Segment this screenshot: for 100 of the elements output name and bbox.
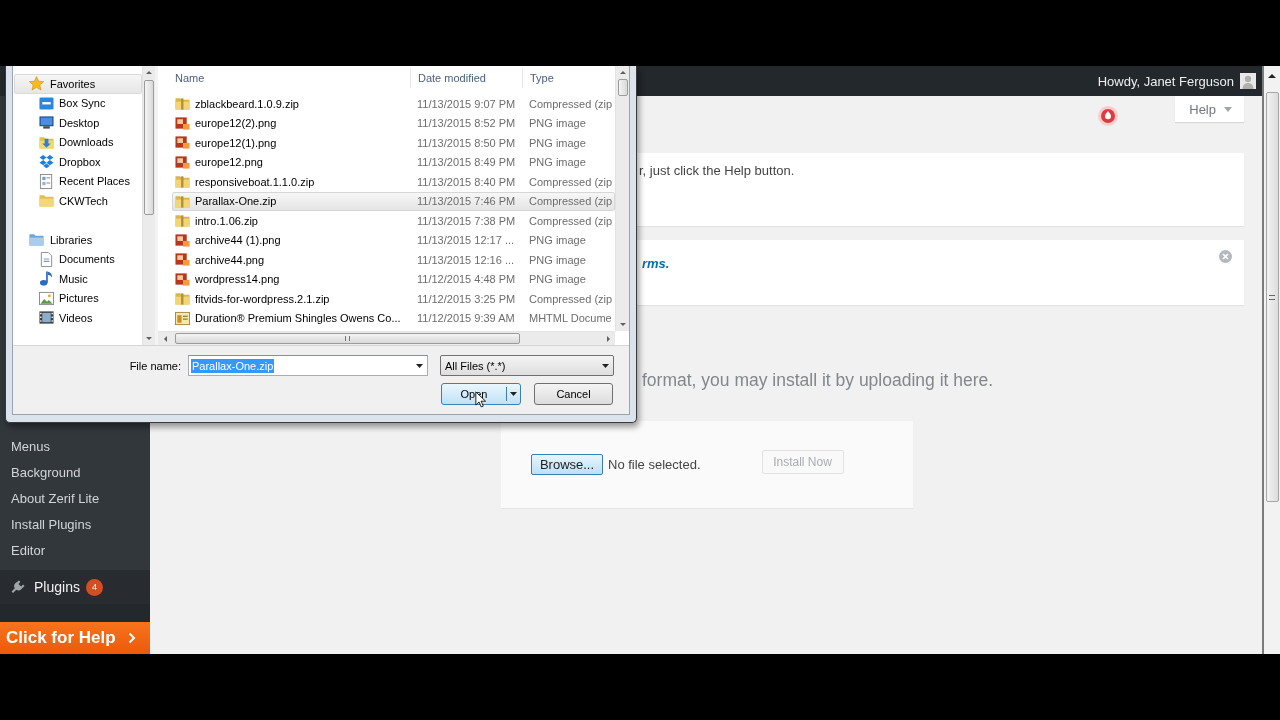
nav-item[interactable]: Desktop [14, 113, 142, 133]
column-header[interactable]: Date modified [410, 68, 522, 88]
menu-item[interactable]: Menus [0, 434, 150, 460]
document-list-icon [39, 173, 54, 189]
nav-item[interactable]: Dropbox [14, 152, 142, 172]
notice-link[interactable]: rms. [642, 256, 670, 272]
image-file-icon [175, 154, 190, 170]
file-name: fitvids-for-wordpress.2.1.zip [195, 292, 330, 305]
type-cell-text: Compressed (zip [528, 291, 614, 307]
date-cell-text: 11/13/2015 8:50 PM [416, 135, 517, 151]
notice-text: r, just click the Help button. [639, 163, 795, 179]
file-name-cell[interactable]: europe12.png [173, 153, 410, 171]
download-folder-icon [39, 134, 54, 150]
file-name-cell[interactable]: europe12(2).png [173, 114, 410, 132]
type-cell-text: PNG image [528, 135, 587, 151]
nav-item[interactable]: Pictures [14, 288, 142, 308]
nav-item[interactable]: Music [14, 269, 142, 289]
menu-item[interactable]: Install Plugins [0, 512, 150, 538]
file-name-cell[interactable]: zblackbeard.1.0.9.zip [173, 95, 410, 113]
nav-item[interactable]: Downloads [14, 132, 142, 152]
date-cell-text: 11/13/2015 8:49 PM [416, 155, 517, 171]
file-name: Parallax-One.zip [195, 195, 277, 208]
web-document-icon [175, 310, 190, 326]
column-header[interactable]: Name [158, 68, 410, 88]
date-cell-text: 11/12/2015 4:48 PM [416, 272, 517, 288]
file-name-cell[interactable]: Parallax-One.zip [173, 192, 410, 210]
file-name: europe12(1).png [195, 136, 277, 149]
file-type-dropdown[interactable]: All Files (*.*) [440, 355, 614, 376]
date-cell-text: 11/12/2015 9:39 AM [416, 311, 516, 327]
nav-item[interactable]: Box Sync [14, 93, 142, 113]
caret-icon[interactable] [602, 363, 609, 368]
browse-button[interactable]: Browse... [531, 454, 603, 475]
file-name: zblackbeard.1.0.9.zip [195, 97, 299, 110]
zip-folder-icon [175, 291, 190, 307]
film-icon [39, 310, 54, 326]
menu-item[interactable]: Editor [0, 538, 150, 564]
file-name-cell[interactable]: europe12(1).png [173, 134, 410, 152]
file-name-cell[interactable]: responsiveboat.1.1.0.zip [173, 173, 410, 191]
folder-icon [39, 193, 54, 209]
nav-item[interactable]: Recent Places [14, 171, 142, 191]
file-name-cell[interactable]: archive44 (1).png [173, 231, 410, 249]
page-scrollbar[interactable] [1262, 66, 1280, 654]
file-name: intro.1.06.zip [195, 214, 258, 227]
upload-instructions: format, you may install it by uploading it here. [642, 370, 994, 390]
type-cell-text: Compressed (zip [528, 194, 614, 210]
image-file-icon [175, 135, 190, 151]
menu-item[interactable]: About Zerif Lite [0, 486, 150, 512]
zip-folder-icon [175, 213, 190, 229]
date-cell-text: 11/13/2015 7:38 PM [416, 213, 517, 229]
type-cell-text: PNG image [528, 252, 587, 268]
file-status-text: No file selected. [608, 457, 701, 472]
app-tile-icon [39, 95, 54, 111]
date-cell-text: 11/13/2015 9:07 PM [416, 96, 517, 112]
monitor-icon [39, 115, 54, 131]
help-tab[interactable]: Help [1175, 96, 1244, 122]
type-cell-text: PNG image [528, 116, 587, 132]
file-name-cell[interactable]: intro.1.06.zip [173, 212, 410, 230]
type-cell-text: PNG image [528, 155, 587, 171]
file-name: responsiveboat.1.1.0.zip [195, 175, 315, 188]
image-file-icon [175, 252, 190, 268]
date-cell-text: 11/12/2015 3:25 PM [416, 291, 517, 307]
type-cell-text: Compressed (zip [528, 213, 614, 229]
file-name-cell[interactable]: fitvids-for-wordpress.2.1.zip [173, 290, 410, 308]
caret-icon[interactable] [510, 392, 517, 396]
menu-item[interactable]: Background [0, 460, 150, 486]
library-folder-icon [29, 232, 44, 248]
file-name-cell[interactable]: archive44.png [173, 251, 410, 269]
zip-folder-icon [175, 193, 190, 209]
nav-group-item[interactable]: Libraries [14, 230, 142, 250]
file-name-cell[interactable]: wordpress14.png [173, 270, 410, 288]
nav-item[interactable]: Videos [14, 308, 142, 328]
type-cell-text: Compressed (zip [528, 174, 614, 190]
greeting-text[interactable]: Howdy, Janet Ferguson [1097, 73, 1234, 89]
file-name-cell[interactable]: Duration® Premium Shingles Owens Co... [173, 309, 410, 327]
star-icon [29, 76, 44, 92]
close-icon[interactable] [1219, 250, 1232, 263]
menu-item[interactable]: Plugins 4 [0, 570, 150, 604]
file-name: archive44 (1).png [195, 234, 281, 247]
type-cell-text: PNG image [528, 272, 587, 288]
type-cell-text: PNG image [528, 233, 587, 249]
picture-icon [39, 290, 54, 306]
horizontal-scrollbar[interactable] [158, 331, 615, 345]
file-name: archive44.png [195, 253, 265, 266]
file-name: europe12.png [195, 156, 263, 169]
selected-file-row[interactable]: Parallax-One.zip 11/13/2015 7:46 PM Compressed (zip [172, 191, 615, 211]
chevron-right-icon [128, 632, 136, 644]
nav-item[interactable]: CKWTech [14, 191, 142, 211]
drop-badge-icon[interactable] [1098, 106, 1119, 126]
caret-icon[interactable] [416, 363, 423, 368]
cancel-button[interactable]: Cancel [534, 383, 613, 405]
date-cell-text: 11/13/2015 12:17 ... [416, 233, 516, 249]
vertical-scrollbar[interactable] [142, 66, 155, 345]
open-box-icon [39, 154, 54, 170]
file-name-label: File name: [129, 359, 181, 372]
date-cell-text: 11/13/2015 8:52 PM [416, 116, 517, 132]
nav-group-item[interactable]: Favorites [14, 74, 142, 94]
vertical-scrollbar[interactable] [615, 66, 629, 331]
caret-icon [1224, 106, 1232, 112]
nav-item[interactable]: Documents [14, 249, 142, 269]
plug-icon [10, 579, 26, 595]
